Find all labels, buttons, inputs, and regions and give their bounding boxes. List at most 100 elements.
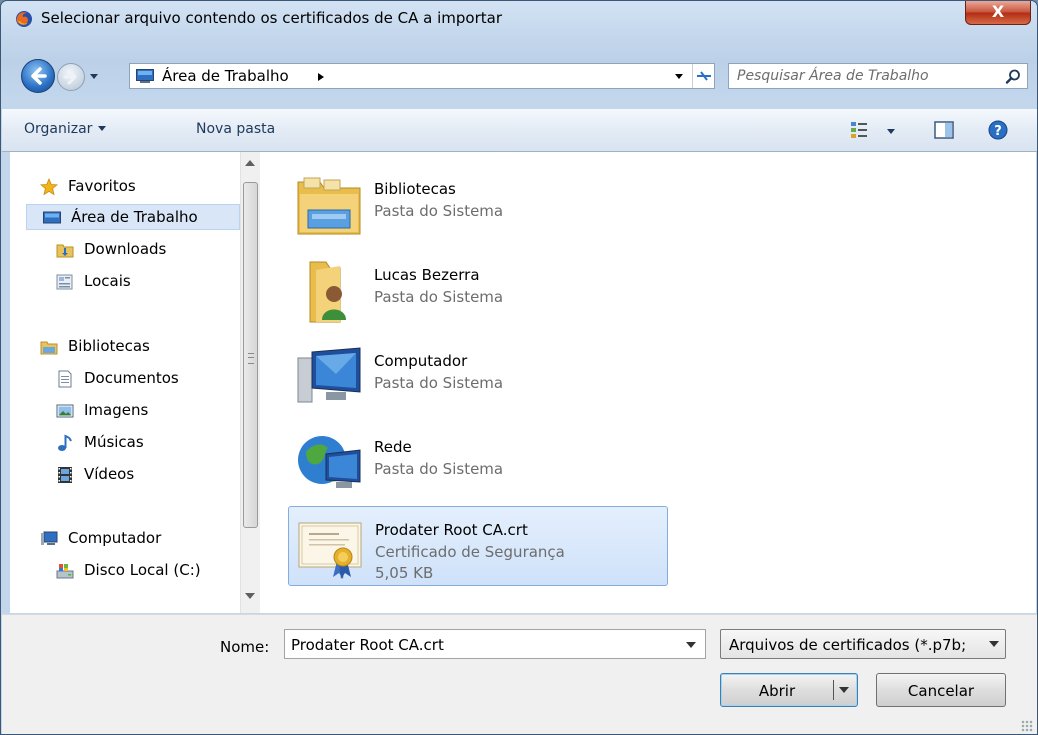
user-folder-icon <box>309 261 346 323</box>
sidebar-item-local-disk[interactable]: Disco Local (C:) <box>56 558 236 584</box>
pictures-icon <box>56 404 74 418</box>
file-name-label: Nome: <box>220 638 270 656</box>
sidebar-item-label: Documentos <box>84 369 179 387</box>
refresh-button[interactable] <box>692 64 715 88</box>
command-toolbar: Organizar Nova pasta ? <box>2 109 1037 152</box>
sidebar-item-label: Locais <box>84 272 131 290</box>
navigation-scrollbar[interactable] <box>240 152 260 613</box>
file-type-value: Arquivos de certificados (*.p7b; <box>729 636 967 654</box>
sidebar-item-music[interactable]: Músicas <box>56 430 236 456</box>
sidebar-item-computer[interactable]: Computador <box>40 526 230 552</box>
file-list: Bibliotecas Pasta do Sistema Lucas Bezer… <box>262 152 1036 613</box>
downloads-folder-icon <box>56 244 74 258</box>
sidebar-item-label: Bibliotecas <box>68 337 150 355</box>
file-type: Pasta do Sistema <box>374 202 504 220</box>
libraries-folder-icon <box>297 177 361 235</box>
search-input[interactable]: Pesquisar Área de Trabalho <box>728 63 1028 89</box>
sidebar-item-documents[interactable]: Documentos <box>56 366 236 392</box>
file-item-user-folder[interactable]: Lucas Bezerra Pasta do Sistema <box>288 252 668 332</box>
title-bar[interactable]: Selecionar arquivo contendo os certifica… <box>1 1 1037 35</box>
recent-places-icon <box>56 274 73 290</box>
file-item-libraries[interactable]: Bibliotecas Pasta do Sistema <box>288 166 668 246</box>
new-folder-button[interactable]: Nova pasta <box>196 121 275 137</box>
split-divider <box>833 680 834 700</box>
sidebar-item-label: Imagens <box>84 401 149 419</box>
sidebar-item-desktop[interactable]: Área de Trabalho <box>26 204 240 230</box>
local-disk-icon <box>56 564 74 579</box>
open-options-dropdown-icon[interactable] <box>839 687 849 693</box>
address-bar[interactable]: Área de Trabalho <box>129 63 715 89</box>
file-type: Pasta do Sistema <box>374 288 504 306</box>
file-name-input[interactable]: Prodater Root CA.crt <box>284 629 706 659</box>
cancel-button[interactable]: Cancelar <box>876 673 1006 707</box>
sidebar-item-label: Músicas <box>84 433 144 451</box>
dialog-footer: Nome: Prodater Root CA.crt Arquivos de c… <box>2 614 1037 734</box>
file-name: Rede <box>374 438 412 456</box>
scroll-down-icon[interactable] <box>245 593 255 599</box>
sidebar-item-videos[interactable]: Vídeos <box>56 462 236 488</box>
sidebar-item-recent-places[interactable]: Locais <box>56 269 236 295</box>
documents-icon <box>58 370 72 388</box>
chevron-down-icon <box>989 641 999 647</box>
file-type-select[interactable]: Arquivos de certificados (*.p7b; <box>720 629 1006 659</box>
network-icon <box>298 436 361 488</box>
sidebar-item-label: Disco Local (C:) <box>84 561 201 579</box>
grip-icon <box>248 353 254 364</box>
sidebar-item-label: Computador <box>68 529 162 547</box>
preview-pane-icon[interactable] <box>934 121 954 139</box>
change-view-icon[interactable] <box>850 121 868 139</box>
chevron-down-icon[interactable] <box>686 642 696 648</box>
cancel-button-label: Cancelar <box>907 682 975 700</box>
help-icon[interactable]: ? <box>988 120 1008 140</box>
file-item-certificate[interactable]: Prodater Root CA.crt Certificado de Segu… <box>288 506 668 586</box>
sidebar-item-label: Favoritos <box>68 177 136 195</box>
address-path[interactable]: Área de Trabalho <box>162 67 289 85</box>
videos-icon <box>58 467 72 483</box>
navigation-bar: Área de Trabalho Pesquisar Área de Traba… <box>1 59 1037 99</box>
sidebar-item-favorites[interactable]: Favoritos <box>40 174 230 200</box>
desktop-icon <box>136 69 154 83</box>
file-name: Computador <box>374 352 468 370</box>
sidebar-item-downloads[interactable]: Downloads <box>56 237 236 263</box>
music-icon <box>58 434 72 451</box>
file-open-dialog: Selecionar arquivo contendo os certifica… <box>0 0 1038 735</box>
open-button[interactable]: Abrir <box>720 673 858 707</box>
libraries-icon <box>40 341 58 355</box>
forward-button[interactable] <box>57 63 85 91</box>
recent-pages-dropdown-icon[interactable] <box>89 71 99 81</box>
window-title: Selecionar arquivo contendo os certifica… <box>41 9 502 27</box>
dialog-content: Favoritos Área de Trabalho Downloads Loc… <box>10 152 1036 613</box>
chevron-down-icon <box>675 74 683 79</box>
organize-button[interactable]: Organizar <box>24 121 107 137</box>
search-placeholder: Pesquisar Área de Trabalho <box>737 68 929 84</box>
sidebar-item-pictures[interactable]: Imagens <box>56 398 236 424</box>
sidebar-item-label: Área de Trabalho <box>71 208 198 226</box>
back-arrow-icon <box>31 67 47 85</box>
file-item-network[interactable]: Rede Pasta do Sistema <box>288 424 668 504</box>
file-item-computer[interactable]: Computador Pasta do Sistema <box>288 338 668 418</box>
refresh-icon <box>697 71 711 81</box>
sidebar-item-libraries[interactable]: Bibliotecas <box>40 334 230 360</box>
file-name-value[interactable]: Prodater Root CA.crt <box>291 636 444 654</box>
file-size: 5,05 KB <box>375 564 434 582</box>
view-options-dropdown-icon[interactable] <box>887 129 895 134</box>
firefox-icon <box>16 11 32 27</box>
file-type: Pasta do Sistema <box>374 374 504 392</box>
scrollbar-thumb[interactable] <box>243 182 258 528</box>
search-icon[interactable] <box>1005 69 1021 85</box>
organize-label: Organizar <box>24 121 93 137</box>
breadcrumb-chevron-icon[interactable] <box>317 72 325 82</box>
resize-grip-icon[interactable] <box>1021 720 1033 732</box>
sidebar-item-label: Downloads <box>84 240 167 258</box>
address-dropdown-button[interactable] <box>666 64 692 88</box>
file-name: Prodater Root CA.crt <box>375 521 528 539</box>
navigation-pane: Favoritos Área de Trabalho Downloads Loc… <box>10 152 262 613</box>
sidebar-item-label: Vídeos <box>84 465 135 483</box>
scroll-up-icon[interactable] <box>245 160 255 166</box>
close-button[interactable]: X <box>965 1 1031 25</box>
back-button[interactable] <box>21 59 55 93</box>
computer-icon <box>41 531 58 545</box>
file-name: Bibliotecas <box>374 180 456 198</box>
close-icon: X <box>991 2 1005 21</box>
star-icon <box>40 178 58 196</box>
